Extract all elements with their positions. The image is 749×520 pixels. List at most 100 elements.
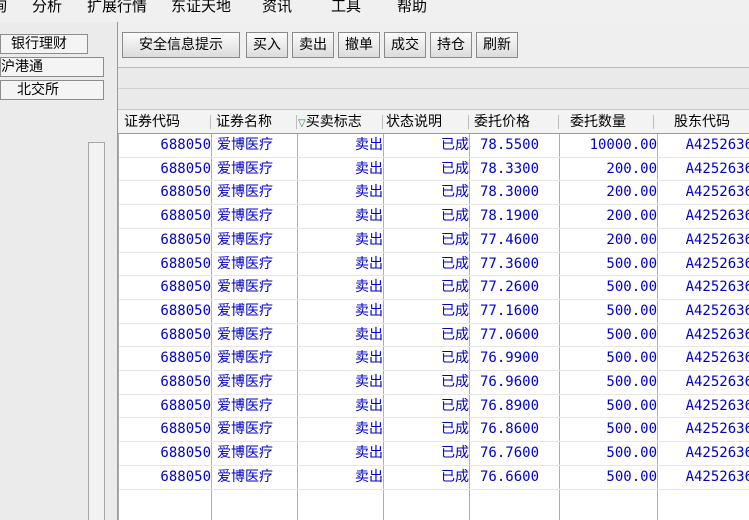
- nav-item-bse[interactable]: 北交所: [0, 80, 104, 100]
- cell-code: 688050: [160, 326, 211, 343]
- sell-button[interactable]: 卖出: [292, 32, 334, 58]
- cell-side: 卖出: [355, 208, 383, 225]
- cell-qty: 500.00: [606, 445, 657, 462]
- cell-qty: 500.00: [606, 468, 657, 485]
- cell-name: 爱博医疗: [217, 208, 273, 225]
- buy-button[interactable]: 买入: [246, 32, 288, 58]
- cell-status: 已成: [441, 184, 469, 201]
- cell-side: 卖出: [355, 397, 383, 414]
- cancel-order-button[interactable]: 撤单: [338, 32, 380, 58]
- cell-status: 已成: [441, 350, 469, 367]
- nav-item-hk-connect[interactable]: 沪港通: [0, 57, 104, 77]
- table-row[interactable]: 688050 爱博医疗 卖出 已成 77.3600 500.00 A4252636: [119, 253, 749, 276]
- table-row[interactable]: 688050 爱博医疗 卖出 已成 78.1900 200.00 A4252636: [119, 205, 749, 228]
- cell-code: 688050: [160, 421, 211, 438]
- refresh-button[interactable]: 刷新: [476, 32, 518, 58]
- cell-account: A4252636: [685, 231, 749, 248]
- table-row[interactable]: 688050 爱博医疗 卖出 已成 78.5500 10000.00 A4252636: [119, 134, 749, 157]
- cell-status: 已成: [441, 468, 469, 485]
- table-row[interactable]: 688050 爱博医疗 卖出 已成 77.2600 500.00 A4252636: [119, 276, 749, 299]
- header-separator[interactable]: [210, 115, 211, 129]
- cell-side: 卖出: [355, 468, 383, 485]
- col-header-name[interactable]: 证券名称: [216, 110, 272, 134]
- cell-price: 77.2600: [480, 279, 540, 296]
- holdings-button[interactable]: 持仓: [430, 32, 472, 58]
- left-panel-scrollbar[interactable]: [88, 142, 105, 520]
- table-row[interactable]: 688050 爱博医疗 卖出 已成 76.6600 500.00 A4252636: [119, 466, 749, 489]
- table-row[interactable]: 688050 爱博医疗 卖出 已成 76.9600 500.00 A4252636: [119, 371, 749, 394]
- col-header-side-label: 买卖标志: [305, 114, 362, 130]
- cell-qty: 200.00: [606, 208, 657, 225]
- left-nav-panel: 银行理财 沪港通 北交所: [0, 22, 118, 520]
- cell-account: A4252636: [685, 445, 749, 462]
- table-row[interactable]: 688050 爱博医疗 卖出 已成 78.3300 200.00 A4252636: [119, 158, 749, 181]
- row-divider: [119, 488, 749, 490]
- cell-code: 688050: [160, 184, 211, 201]
- menu-query[interactable]: 询: [0, 0, 7, 17]
- cell-side: 卖出: [355, 184, 383, 201]
- cell-account: A4252636: [685, 255, 749, 272]
- col-header-qty[interactable]: 委托数量: [570, 110, 626, 134]
- col-header-price[interactable]: 委托价格: [474, 110, 530, 134]
- menu-help[interactable]: 帮助: [397, 0, 427, 17]
- table-row[interactable]: 688050 爱博医疗 卖出 已成 77.4600 200.00 A4252636: [119, 229, 749, 252]
- col-header-code[interactable]: 证券代码: [124, 110, 180, 134]
- sort-indicator-icon: ▽: [298, 118, 306, 129]
- cell-name: 爱博医疗: [217, 445, 273, 462]
- menu-dongzheng-world[interactable]: 东证天地: [171, 0, 231, 17]
- cell-account: A4252636: [685, 208, 749, 225]
- cell-name: 爱博医疗: [217, 302, 273, 319]
- cell-name: 爱博医疗: [217, 255, 273, 272]
- cell-status: 已成: [441, 208, 469, 225]
- filled-orders-button[interactable]: 成交: [384, 32, 426, 58]
- header-separator[interactable]: [382, 115, 383, 129]
- cell-side: 卖出: [355, 326, 383, 343]
- security-info-button[interactable]: 安全信息提示: [122, 32, 240, 58]
- cell-status: 已成: [441, 137, 469, 153]
- cell-name: 爱博医疗: [217, 184, 273, 201]
- cell-account: A4252636: [685, 137, 749, 153]
- cell-status: 已成: [441, 374, 469, 390]
- menu-bar: 询 分析 扩展行情 东证天地 资讯 工具 帮助: [0, 0, 749, 22]
- cell-name: 爱博医疗: [217, 421, 273, 438]
- menu-news[interactable]: 资讯: [262, 0, 292, 17]
- cell-status: 已成: [441, 160, 469, 177]
- cell-code: 688050: [160, 374, 211, 390]
- cell-code: 688050: [160, 279, 211, 296]
- cell-qty: 200.00: [606, 184, 657, 201]
- table-row[interactable]: 688050 爱博医疗 卖出 已成 76.7600 500.00 A4252636: [119, 442, 749, 465]
- header-separator[interactable]: [296, 115, 297, 129]
- header-separator[interactable]: [558, 115, 559, 129]
- cell-name: 爱博医疗: [217, 468, 273, 485]
- table-row[interactable]: 688050 爱博医疗 卖出 已成 78.3000 200.00 A4252636: [119, 181, 749, 204]
- cell-side: 卖出: [355, 160, 383, 177]
- cell-code: 688050: [160, 255, 211, 272]
- table-row[interactable]: 688050 爱博医疗 卖出 已成 76.9900 500.00 A4252636: [119, 347, 749, 370]
- table-row[interactable]: 688050 爱博医疗 卖出 已成 77.0600 500.00 A4252636: [119, 324, 749, 347]
- menu-tools[interactable]: 工具: [331, 0, 361, 17]
- cell-price: 77.1600: [480, 302, 540, 319]
- table-row[interactable]: 688050 爱博医疗 卖出 已成 76.8900 500.00 A4252636: [119, 395, 749, 418]
- cell-qty: 500.00: [606, 326, 657, 343]
- cell-account: A4252636: [685, 279, 749, 296]
- cell-code: 688050: [160, 350, 211, 367]
- table-row[interactable]: 688050 爱博医疗 卖出 已成 77.1600 500.00 A4252636: [119, 300, 749, 323]
- nav-item-bank-wealth[interactable]: 银行理财: [0, 34, 88, 54]
- menu-extended-quotes[interactable]: 扩展行情: [87, 0, 147, 17]
- header-separator[interactable]: [653, 115, 654, 129]
- cell-status: 已成: [441, 302, 469, 319]
- header-separator[interactable]: [468, 115, 469, 129]
- cell-side: 卖出: [355, 279, 383, 296]
- cell-name: 爱博医疗: [217, 231, 273, 248]
- cell-qty: 200.00: [606, 231, 657, 248]
- cell-price: 76.9900: [480, 350, 540, 367]
- cell-side: 卖出: [355, 350, 383, 367]
- col-header-status[interactable]: 状态说明: [386, 110, 442, 134]
- col-header-side[interactable]: ▽买卖标志: [298, 110, 362, 134]
- table-row[interactable]: 688050 爱博医疗 卖出 已成 76.8600 500.00 A4252636: [119, 418, 749, 441]
- col-header-account[interactable]: 股东代码: [674, 110, 730, 134]
- menu-analysis[interactable]: 分析: [32, 0, 62, 17]
- cell-account: A4252636: [685, 160, 749, 177]
- cell-price: 76.9600: [480, 374, 540, 390]
- cell-side: 卖出: [355, 231, 383, 248]
